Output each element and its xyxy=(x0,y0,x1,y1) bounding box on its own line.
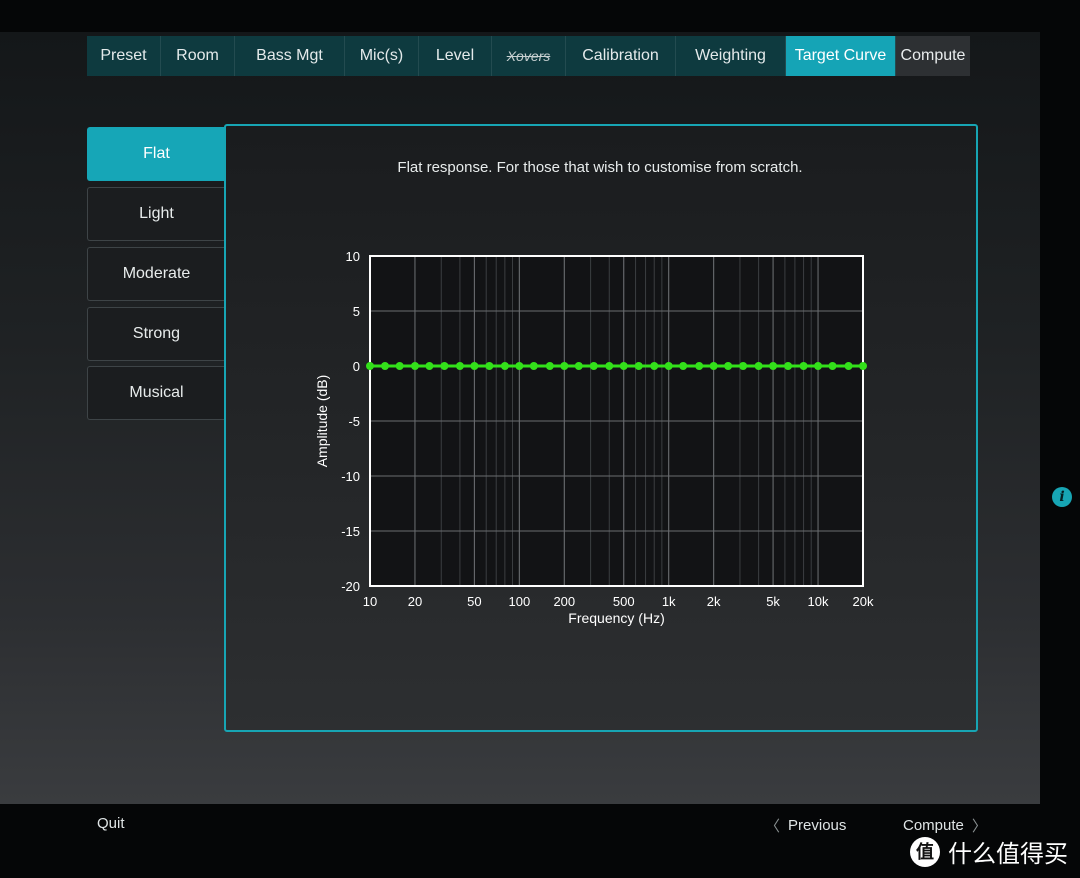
tab-target-curve[interactable]: Target Curve xyxy=(786,36,896,76)
tab-label: Compute xyxy=(900,47,966,64)
y-tick-label: -20 xyxy=(341,579,360,594)
series-point xyxy=(440,362,449,370)
x-tick-label: 5k xyxy=(766,594,780,609)
tab-label: Calibration xyxy=(582,47,659,64)
series-point xyxy=(814,362,823,370)
tab-level[interactable]: Level xyxy=(419,36,492,76)
series-point xyxy=(679,362,688,370)
series-point xyxy=(529,362,538,370)
x-tick-label: 2k xyxy=(707,594,721,609)
tab-compute[interactable]: Compute xyxy=(896,36,970,76)
chevron-right-icon: 〉 xyxy=(971,818,987,835)
series-point xyxy=(828,362,837,370)
series-point xyxy=(500,362,509,370)
series-point xyxy=(664,362,673,370)
series-point xyxy=(560,362,569,370)
preset-label: Musical xyxy=(129,384,184,401)
series-point xyxy=(844,362,853,370)
preset-strong[interactable]: Strong xyxy=(87,307,225,361)
x-tick-label: 10 xyxy=(363,594,377,609)
tab-label: Target Curve xyxy=(794,47,887,64)
series-point xyxy=(366,362,374,370)
previous-button[interactable]: 〈 Previous xyxy=(765,815,846,836)
series-point xyxy=(709,362,718,370)
series-point xyxy=(650,362,659,370)
tab-label: Xovers xyxy=(506,48,551,64)
tab-bass-mgt[interactable]: Bass Mgt xyxy=(235,36,345,76)
preset-light[interactable]: Light xyxy=(87,187,225,241)
tab-weighting[interactable]: Weighting xyxy=(676,36,786,76)
series-point xyxy=(634,362,643,370)
series-point xyxy=(589,362,598,370)
series-point xyxy=(754,362,763,370)
tab-label: Preset xyxy=(100,47,147,64)
series-point xyxy=(769,362,778,370)
x-tick-label: 100 xyxy=(508,594,530,609)
preset-musical[interactable]: Musical xyxy=(87,366,225,420)
series-point xyxy=(799,362,808,370)
chevron-left-icon: 〈 xyxy=(765,818,781,835)
tab-room[interactable]: Room xyxy=(161,36,235,76)
series-point xyxy=(485,362,494,370)
series-point xyxy=(724,362,733,370)
x-tick-label: 50 xyxy=(467,594,481,609)
y-tick-label: 10 xyxy=(346,249,360,264)
target-curve-chart: 10 20 50 100 200 500 1k 2k 5k 10k 20k1050-5-10-15-… xyxy=(314,249,874,626)
step-tab-bar: Preset Room Bass Mgt Mic(s) Level Xovers… xyxy=(87,36,970,76)
series-point xyxy=(605,362,614,370)
series-point xyxy=(455,362,464,370)
series-point xyxy=(619,362,628,370)
series-point xyxy=(784,362,793,370)
tab-label: Weighting xyxy=(695,47,766,64)
tab-label: Mic(s) xyxy=(359,47,404,64)
quit-button[interactable]: Quit xyxy=(97,815,125,832)
series-point xyxy=(395,362,404,370)
x-tick-label: 10k xyxy=(808,594,829,609)
series-point xyxy=(695,362,704,370)
tab-xovers[interactable]: Xovers xyxy=(492,36,566,76)
preset-label: Strong xyxy=(132,325,181,342)
series-point xyxy=(380,362,389,370)
preset-moderate[interactable]: Moderate xyxy=(87,247,225,301)
series-point xyxy=(739,362,748,370)
y-tick-label: -10 xyxy=(341,469,360,484)
series-point xyxy=(545,362,554,370)
preset-description: Flat response. For those that wish to cu… xyxy=(397,159,803,176)
previous-label: Previous xyxy=(788,817,847,834)
tab-label: Room xyxy=(176,47,219,64)
next-label: Compute xyxy=(903,817,964,834)
x-tick-label: 200 xyxy=(553,594,575,609)
watermark-logo-icon: 值 xyxy=(910,836,940,867)
x-axis-label: Frequency (Hz) xyxy=(568,610,664,626)
y-tick-label: -15 xyxy=(341,524,360,539)
tab-calibration[interactable]: Calibration xyxy=(566,36,676,76)
y-tick-label: 0 xyxy=(353,359,360,374)
preset-label: Light xyxy=(139,205,174,222)
series-point xyxy=(859,362,867,370)
watermark-text: 什么值得买 xyxy=(948,840,1068,868)
tab-preset[interactable]: Preset xyxy=(87,36,161,76)
next-compute-button[interactable]: Compute 〉 xyxy=(903,815,987,836)
series-point xyxy=(410,362,419,370)
tab-mics[interactable]: Mic(s) xyxy=(345,36,419,76)
y-tick-label: 5 xyxy=(353,304,360,319)
series-point xyxy=(425,362,434,370)
series-point xyxy=(574,362,583,370)
y-axis-label: Amplitude (dB) xyxy=(314,375,330,468)
y-tick-label: -5 xyxy=(348,414,360,429)
series-point xyxy=(470,362,479,370)
x-tick-label: 1k xyxy=(662,594,676,609)
x-tick-label: 20k xyxy=(853,594,874,609)
watermark: 值 什么值得买 xyxy=(910,834,1068,869)
tab-label: Level xyxy=(435,47,475,64)
x-tick-label: 20 xyxy=(408,594,422,609)
info-icon[interactable]: i xyxy=(1052,487,1072,507)
preset-label: Moderate xyxy=(122,265,191,282)
tab-label: Bass Mgt xyxy=(256,47,323,64)
x-tick-label: 500 xyxy=(613,594,635,609)
series-point xyxy=(515,362,524,370)
